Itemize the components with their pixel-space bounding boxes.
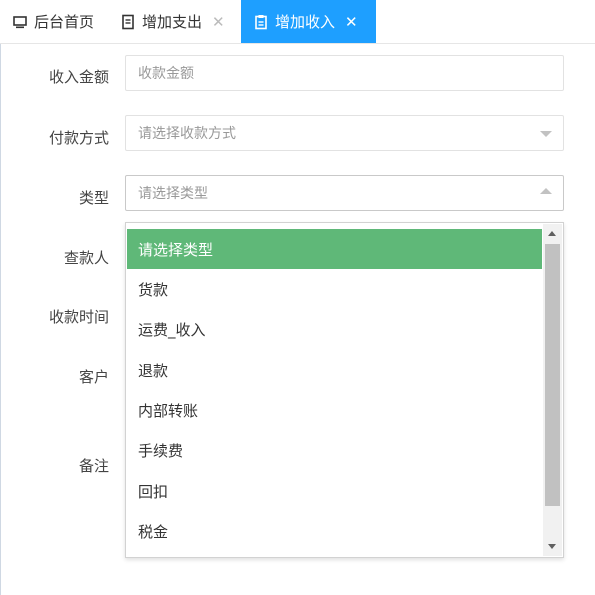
dropdown-scrollbar[interactable] <box>543 224 562 556</box>
scroll-down-icon[interactable] <box>548 544 556 549</box>
type-option[interactable]: 运费_收入 <box>127 309 542 349</box>
type-placeholder: 请选择类型 <box>138 186 208 202</box>
chevron-up-icon <box>540 188 552 194</box>
chevron-down-icon <box>540 131 552 137</box>
tab-home-label: 后台首页 <box>34 13 95 31</box>
type-option[interactable]: 内部转账 <box>127 390 542 430</box>
scroll-up-icon[interactable] <box>548 231 556 236</box>
type-dropdown: 请选择类型 货款 运费_收入 退款 内部转账 手续费 回扣 税金 <box>125 222 564 558</box>
checker-label: 查款人 <box>63 249 109 267</box>
type-label: 类型 <box>78 189 109 207</box>
remark-label: 备注 <box>78 457 109 475</box>
type-option[interactable]: 税金 <box>127 511 542 551</box>
type-option[interactable]: 请选择类型 <box>127 229 542 269</box>
clipboard-icon <box>253 14 269 30</box>
close-icon[interactable]: ✕ <box>212 13 225 31</box>
tab-add-expense-label: 增加支出 <box>142 13 203 31</box>
type-option[interactable]: 回扣 <box>127 471 542 511</box>
amount-placeholder: 收款金额 <box>138 66 194 82</box>
receive-time-label: 收款时间 <box>48 308 109 326</box>
document-icon <box>120 14 136 30</box>
tab-home[interactable]: 后台首页 <box>12 0 112 43</box>
payment-method-placeholder: 请选择收款方式 <box>138 126 236 142</box>
monitor-icon <box>12 14 28 30</box>
type-option[interactable]: 货款 <box>127 269 542 309</box>
customer-label: 客户 <box>78 368 109 386</box>
payment-method-select[interactable]: 请选择收款方式 <box>125 115 564 151</box>
type-option[interactable]: 手续费 <box>127 430 542 470</box>
close-icon[interactable]: ✕ <box>345 13 358 31</box>
tab-bar: 后台首页 增加支出 ✕ 增加收入 ✕ <box>0 0 595 44</box>
tab-add-expense[interactable]: 增加支出 ✕ <box>120 0 240 43</box>
amount-input[interactable]: 收款金额 <box>125 55 564 91</box>
type-select[interactable]: 请选择类型 <box>125 175 564 211</box>
amount-label: 收入金额 <box>48 68 109 86</box>
type-option[interactable]: 退款 <box>127 350 542 390</box>
tab-add-income-label: 增加收入 <box>275 13 336 31</box>
payment-method-label: 付款方式 <box>48 129 109 147</box>
tab-add-income[interactable]: 增加收入 ✕ <box>241 0 376 43</box>
scrollbar-thumb[interactable] <box>545 244 560 506</box>
